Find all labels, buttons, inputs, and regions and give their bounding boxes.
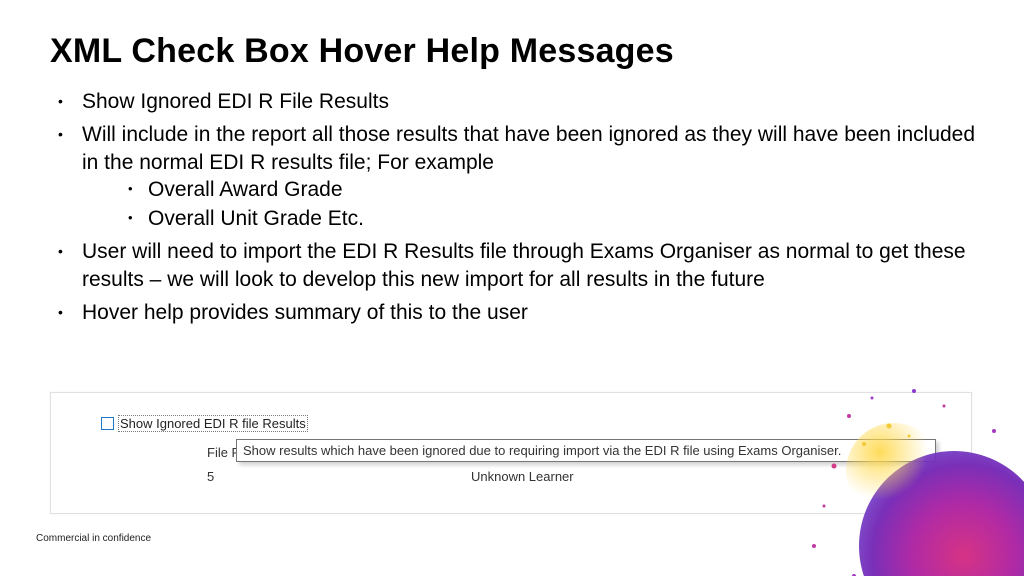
hover-tooltip: Show results which have been ignored due… bbox=[236, 439, 936, 462]
slide: XML Check Box Hover Help Messages Show I… bbox=[0, 0, 1024, 576]
footer-confidentiality: Commercial in confidence bbox=[36, 533, 151, 544]
sub-bullet-item: Overall Award Grade bbox=[82, 176, 984, 203]
checkbox-row: Show Ignored EDI R file Results bbox=[101, 415, 308, 432]
row-value: Unknown Learner bbox=[471, 469, 574, 484]
screenshot-inset: Show Ignored EDI R file Results File R S… bbox=[50, 392, 972, 514]
bullet-item: Show Ignored EDI R File Results bbox=[50, 88, 984, 115]
bullet-item: Will include in the report all those res… bbox=[50, 121, 984, 232]
checkbox-icon[interactable] bbox=[101, 417, 114, 430]
checkbox-label[interactable]: Show Ignored EDI R file Results bbox=[118, 415, 308, 432]
bullet-item: User will need to import the EDI R Resul… bbox=[50, 238, 984, 293]
sub-bullet-item: Overall Unit Grade Etc. bbox=[82, 205, 984, 232]
slide-content: Show Ignored EDI R File Results Will inc… bbox=[50, 88, 984, 332]
bullet-item: Hover help provides summary of this to t… bbox=[50, 299, 984, 326]
slide-title: XML Check Box Hover Help Messages bbox=[50, 32, 674, 71]
row-number: 5 bbox=[207, 469, 214, 484]
bullet-text: Will include in the report all those res… bbox=[82, 123, 975, 173]
